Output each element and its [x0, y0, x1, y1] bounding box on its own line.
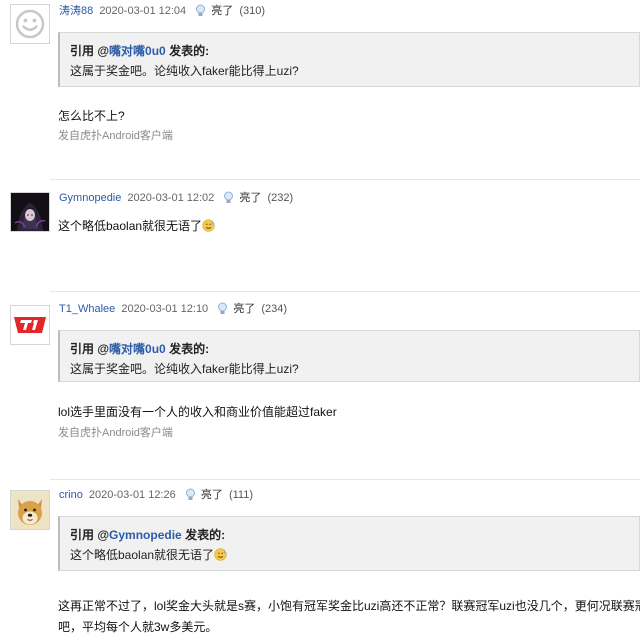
light-count: (234) — [261, 303, 288, 315]
quote-text: 这属于奖金吧。论纯收入faker能比得上uzi? — [70, 64, 299, 78]
username-link[interactable]: Gymnopedie — [59, 192, 121, 204]
quote-suffix: 发表的: — [165, 44, 210, 58]
avatar[interactable] — [10, 192, 50, 232]
lightbulb-icon[interactable] — [217, 302, 228, 320]
quote-suffix: 发表的: — [181, 528, 226, 542]
doge-dog-icon — [11, 491, 49, 529]
post-body: lol选手里面没有一个人的收入和商业价值能超过faker — [58, 405, 337, 419]
light-count: (310) — [239, 5, 266, 17]
post-meta: crino 2020-03-01 12:26 亮了 (111) — [59, 487, 253, 503]
username-link[interactable]: T1_Whalee — [59, 303, 115, 315]
quote-text-content: 这个略低baolan就很无语了 — [70, 548, 215, 562]
smiley-icon — [15, 9, 45, 39]
lightbulb-icon[interactable] — [195, 4, 206, 22]
post-time: 2020-03-01 12:10 — [121, 303, 209, 315]
post-meta: 涛涛88 2020-03-01 12:04 亮了 (310) — [59, 3, 265, 19]
client-source: 发自虎扑Android客户端 — [58, 130, 173, 142]
quote-block: 引用 @Gymnopedie 发表的: 这个略低baolan就很无语了 — [58, 516, 640, 571]
post-time: 2020-03-01 12:26 — [88, 489, 176, 501]
post-time: 2020-03-01 12:04 — [99, 5, 187, 17]
client-source: 发自虎扑Android客户端 — [58, 427, 173, 439]
quote-prefix: 引用 @ — [70, 44, 110, 58]
light-label[interactable]: 亮了 — [211, 5, 233, 17]
post-body: 怎么比不上? — [58, 109, 125, 123]
post-1: 涛涛88 2020-03-01 12:04 亮了 (310) 引用 @嘴对嘴0u… — [0, 0, 640, 178]
sweat-smile-emoji-icon — [202, 218, 215, 239]
post-body-line-1: 这再正常不过了，lol奖金大头就是s赛，小饱有冠军奖金比uzi高还不正常？联赛冠… — [58, 599, 640, 613]
quote-prefix: 引用 @ — [70, 528, 110, 542]
post-time: 2020-03-01 12:02 — [127, 192, 215, 204]
lightbulb-icon[interactable] — [223, 191, 234, 209]
username-link[interactable]: 涛涛88 — [59, 5, 93, 17]
avatar[interactable] — [10, 305, 50, 345]
post-meta: Gymnopedie 2020-03-01 12:02 亮了 (232) — [59, 190, 293, 206]
post-body-text: 这个略低baolan就很无语了 — [58, 219, 203, 233]
quote-prefix: 引用 @ — [70, 342, 110, 356]
avatar[interactable] — [10, 490, 50, 530]
light-count: (111) — [228, 489, 253, 501]
quote-text: 这个略低baolan就很无语了 — [70, 546, 629, 566]
quote-block: 引用 @嘴对嘴0u0 发表的: 这属于奖金吧。论纯收入faker能比得上uzi? — [58, 32, 640, 87]
post-4: crino 2020-03-01 12:26 亮了 (111) 引用 @Gymn… — [0, 480, 640, 636]
t1-logo-icon — [11, 306, 49, 344]
light-count: (232) — [267, 192, 294, 204]
post-3: T1_Whalee 2020-03-01 12:10 亮了 (234) 引用 @… — [0, 292, 640, 478]
avatar[interactable] — [10, 4, 50, 44]
quote-suffix: 发表的: — [165, 342, 210, 356]
post-body: 这个略低baolan就很无语了 — [58, 216, 640, 239]
sweat-smile-emoji-icon — [214, 548, 227, 566]
light-label[interactable]: 亮了 — [233, 303, 255, 315]
post-body-line-2: 吧，平均每个人就3w多美元。 — [58, 620, 218, 634]
post-2: Gymnopedie 2020-03-01 12:02 亮了 (232) 这个略… — [0, 180, 640, 290]
quote-author-link[interactable]: 嘴对嘴0u0 — [109, 44, 166, 58]
lightbulb-icon[interactable] — [185, 488, 196, 506]
post-meta: T1_Whalee 2020-03-01 12:10 亮了 (234) — [59, 301, 287, 317]
anime-portrait-icon — [11, 193, 49, 231]
username-link[interactable]: crino — [59, 489, 83, 501]
quote-text: 这属于奖金吧。论纯收入faker能比得上uzi? — [70, 362, 299, 376]
light-label[interactable]: 亮了 — [239, 192, 261, 204]
quote-author-link[interactable]: Gymnopedie — [109, 528, 182, 542]
quote-block: 引用 @嘴对嘴0u0 发表的: 这属于奖金吧。论纯收入faker能比得上uzi? — [58, 330, 640, 382]
light-label[interactable]: 亮了 — [201, 489, 223, 501]
quote-author-link[interactable]: 嘴对嘴0u0 — [109, 342, 166, 356]
